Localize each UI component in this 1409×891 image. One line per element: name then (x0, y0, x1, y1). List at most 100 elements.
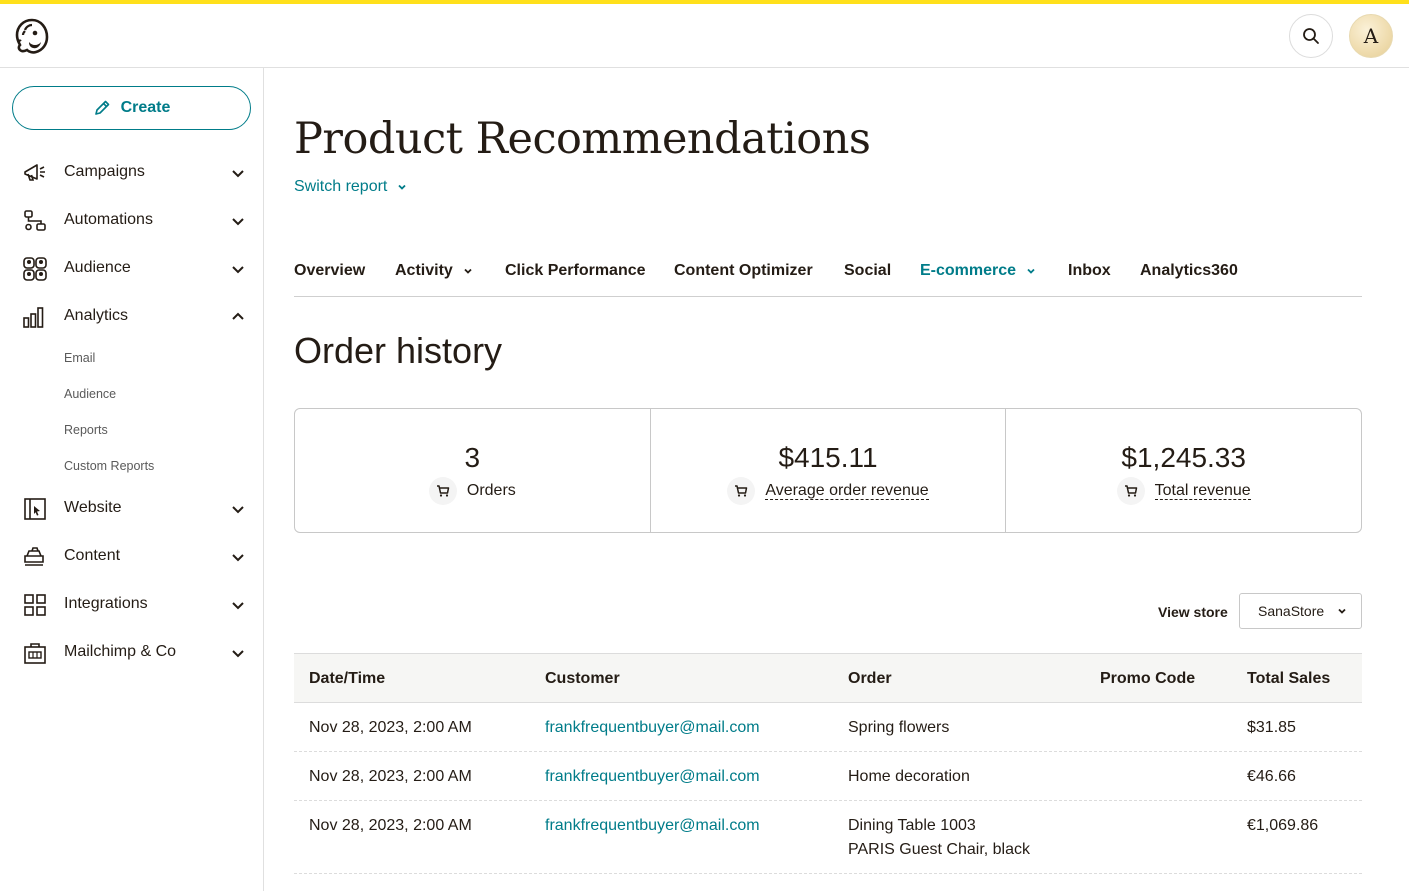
chevron-down-icon (232, 554, 244, 562)
column-header[interactable]: Customer (545, 670, 620, 688)
avatar-initial: A (1363, 24, 1379, 48)
section-title: Order history (294, 330, 503, 371)
cell-total: €1,069.86 (1247, 817, 1319, 834)
create-button[interactable]: Create (12, 86, 251, 130)
tab-inbox[interactable]: Inbox (1068, 262, 1111, 280)
chevron-down-icon (1027, 268, 1035, 274)
pencil-icon (94, 100, 109, 115)
stats-panel: 3 Orders $415.11 Average order revenue $… (294, 408, 1362, 533)
switch-report-dropdown[interactable]: Switch report (294, 178, 407, 196)
sidebar-item-analytics[interactable]: Analytics (0, 296, 263, 336)
stat-average-order-revenue: $415.11 Average order revenue (651, 409, 1007, 532)
tab-social[interactable]: Social (844, 262, 891, 280)
sidebar-item-campaigns[interactable]: Campaigns (0, 152, 263, 192)
stat-label-tooltip[interactable]: Total revenue (1154, 482, 1251, 500)
customer-link[interactable]: frankfrequentbuyer@mail.com (545, 817, 760, 835)
tab-click-performance[interactable]: Click Performance (505, 262, 646, 280)
table-header: Date/Time Customer Order Promo Code Tota… (294, 653, 1362, 703)
cart-icon (727, 477, 756, 505)
tab-label: Content Optimizer (674, 262, 813, 279)
stat-value: $415.11 (778, 442, 878, 473)
tab-content-optimizer[interactable]: Content Optimizer (674, 262, 813, 280)
tab-activity[interactable]: Activity (395, 262, 473, 280)
chevron-down-icon (398, 184, 407, 190)
sidebar-subitem-reports[interactable]: Reports (64, 423, 108, 437)
order-item: Dining Table 1003 (848, 817, 976, 834)
sidebar-item-website[interactable]: Website (0, 488, 263, 528)
column-header[interactable]: Promo Code (1100, 670, 1195, 688)
column-header[interactable]: Date/Time (309, 670, 385, 688)
sidebar-item-label: Integrations (64, 595, 148, 612)
sidebar-subitem-audience[interactable]: Audience (64, 387, 116, 401)
column-header[interactable]: Order (848, 670, 892, 688)
sidebar-subitem-custom-reports[interactable]: Custom Reports (64, 459, 154, 473)
chevron-down-icon (232, 266, 244, 274)
chevron-down-icon (232, 506, 244, 514)
search-button[interactable] (1289, 14, 1333, 58)
sidebar-item-automations[interactable]: Automations (0, 200, 263, 240)
table-row: Nov 28, 2023, 2:00 AM frankfrequentbuyer… (294, 703, 1362, 752)
cart-icon (428, 477, 457, 505)
sidebar-item-label: Website (64, 499, 122, 516)
order-item: PARIS Guest Chair, black (848, 841, 1030, 858)
cell-order: Home decoration (848, 768, 970, 785)
cell-total: €46.66 (1247, 768, 1296, 785)
stat-total-revenue: $1,245.33 Total revenue (1006, 409, 1361, 532)
content-icon (24, 547, 44, 566)
stat-value: 3 (464, 442, 481, 473)
stat-orders: 3 Orders (295, 409, 651, 532)
people-icon (23, 257, 47, 281)
chevron-down-icon (464, 268, 472, 274)
sidebar-item-label: Campaigns (64, 163, 145, 180)
switch-report-label: Switch report (294, 178, 388, 195)
chevron-down-icon (232, 602, 244, 610)
sidebar-item-mailchimp-co[interactable]: Mailchimp & Co (0, 632, 263, 672)
chevron-down-icon (232, 650, 244, 658)
grid-icon (24, 594, 46, 616)
chevron-up-icon (232, 312, 244, 320)
table-row: Nov 28, 2023, 2:00 AM frankfrequentbuyer… (294, 801, 1362, 874)
sidebar-item-content[interactable]: Content (0, 536, 263, 576)
chevron-down-icon (1338, 608, 1346, 614)
page-title: Product Recommendations (294, 114, 871, 164)
briefcase-icon (24, 643, 46, 664)
tab-overview[interactable]: Overview (294, 262, 365, 280)
column-header[interactable]: Total Sales (1247, 670, 1330, 688)
mailchimp-logo-icon[interactable] (12, 16, 52, 56)
tab-label: Analytics360 (1140, 262, 1238, 279)
cell-order: Spring flowers (848, 719, 950, 736)
sidebar-item-label: Analytics (64, 307, 129, 324)
avatar[interactable]: A (1349, 14, 1393, 58)
chevron-down-icon (232, 218, 244, 226)
orders-table: Date/Time Customer Order Promo Code Tota… (294, 653, 1362, 874)
cell-order: Dining Table 1003 PARIS Guest Chair, bla… (848, 817, 1030, 859)
stat-label: Orders (466, 482, 516, 499)
sidebar: Create Campaigns Automations Audience An… (0, 68, 264, 891)
stat-value: $1,245.33 (1121, 442, 1246, 473)
tab-analytics360[interactable]: Analytics360 (1140, 262, 1238, 280)
sidebar-item-audience[interactable]: Audience (0, 248, 263, 288)
flow-icon (24, 210, 46, 231)
sidebar-item-label: Content (64, 547, 121, 564)
tab-label: Inbox (1068, 262, 1111, 279)
customer-link[interactable]: frankfrequentbuyer@mail.com (545, 768, 760, 786)
sidebar-item-integrations[interactable]: Integrations (0, 584, 263, 624)
sidebar-item-label: Automations (64, 211, 153, 228)
sidebar-subitem-email[interactable]: Email (64, 351, 95, 365)
store-select-value: SanaStore (1258, 603, 1325, 619)
tab-label: E-commerce (920, 262, 1017, 279)
stat-label-tooltip[interactable]: Average order revenue (765, 482, 929, 500)
tab-label: Activity (395, 262, 453, 279)
store-select[interactable]: SanaStore (1239, 593, 1362, 629)
website-icon (24, 498, 46, 520)
cart-icon (1116, 477, 1145, 505)
create-label: Create (120, 99, 171, 116)
tab-ecommerce[interactable]: E-commerce (920, 262, 1036, 280)
sidebar-item-label: Audience (64, 259, 131, 276)
top-bar: A (0, 4, 1409, 68)
table-row: Nov 28, 2023, 2:00 AM frankfrequentbuyer… (294, 752, 1362, 801)
cell-date: Nov 28, 2023, 2:00 AM (309, 719, 472, 736)
customer-link[interactable]: frankfrequentbuyer@mail.com (545, 719, 760, 737)
chevron-down-icon (232, 170, 244, 178)
tab-label: Overview (294, 262, 366, 279)
